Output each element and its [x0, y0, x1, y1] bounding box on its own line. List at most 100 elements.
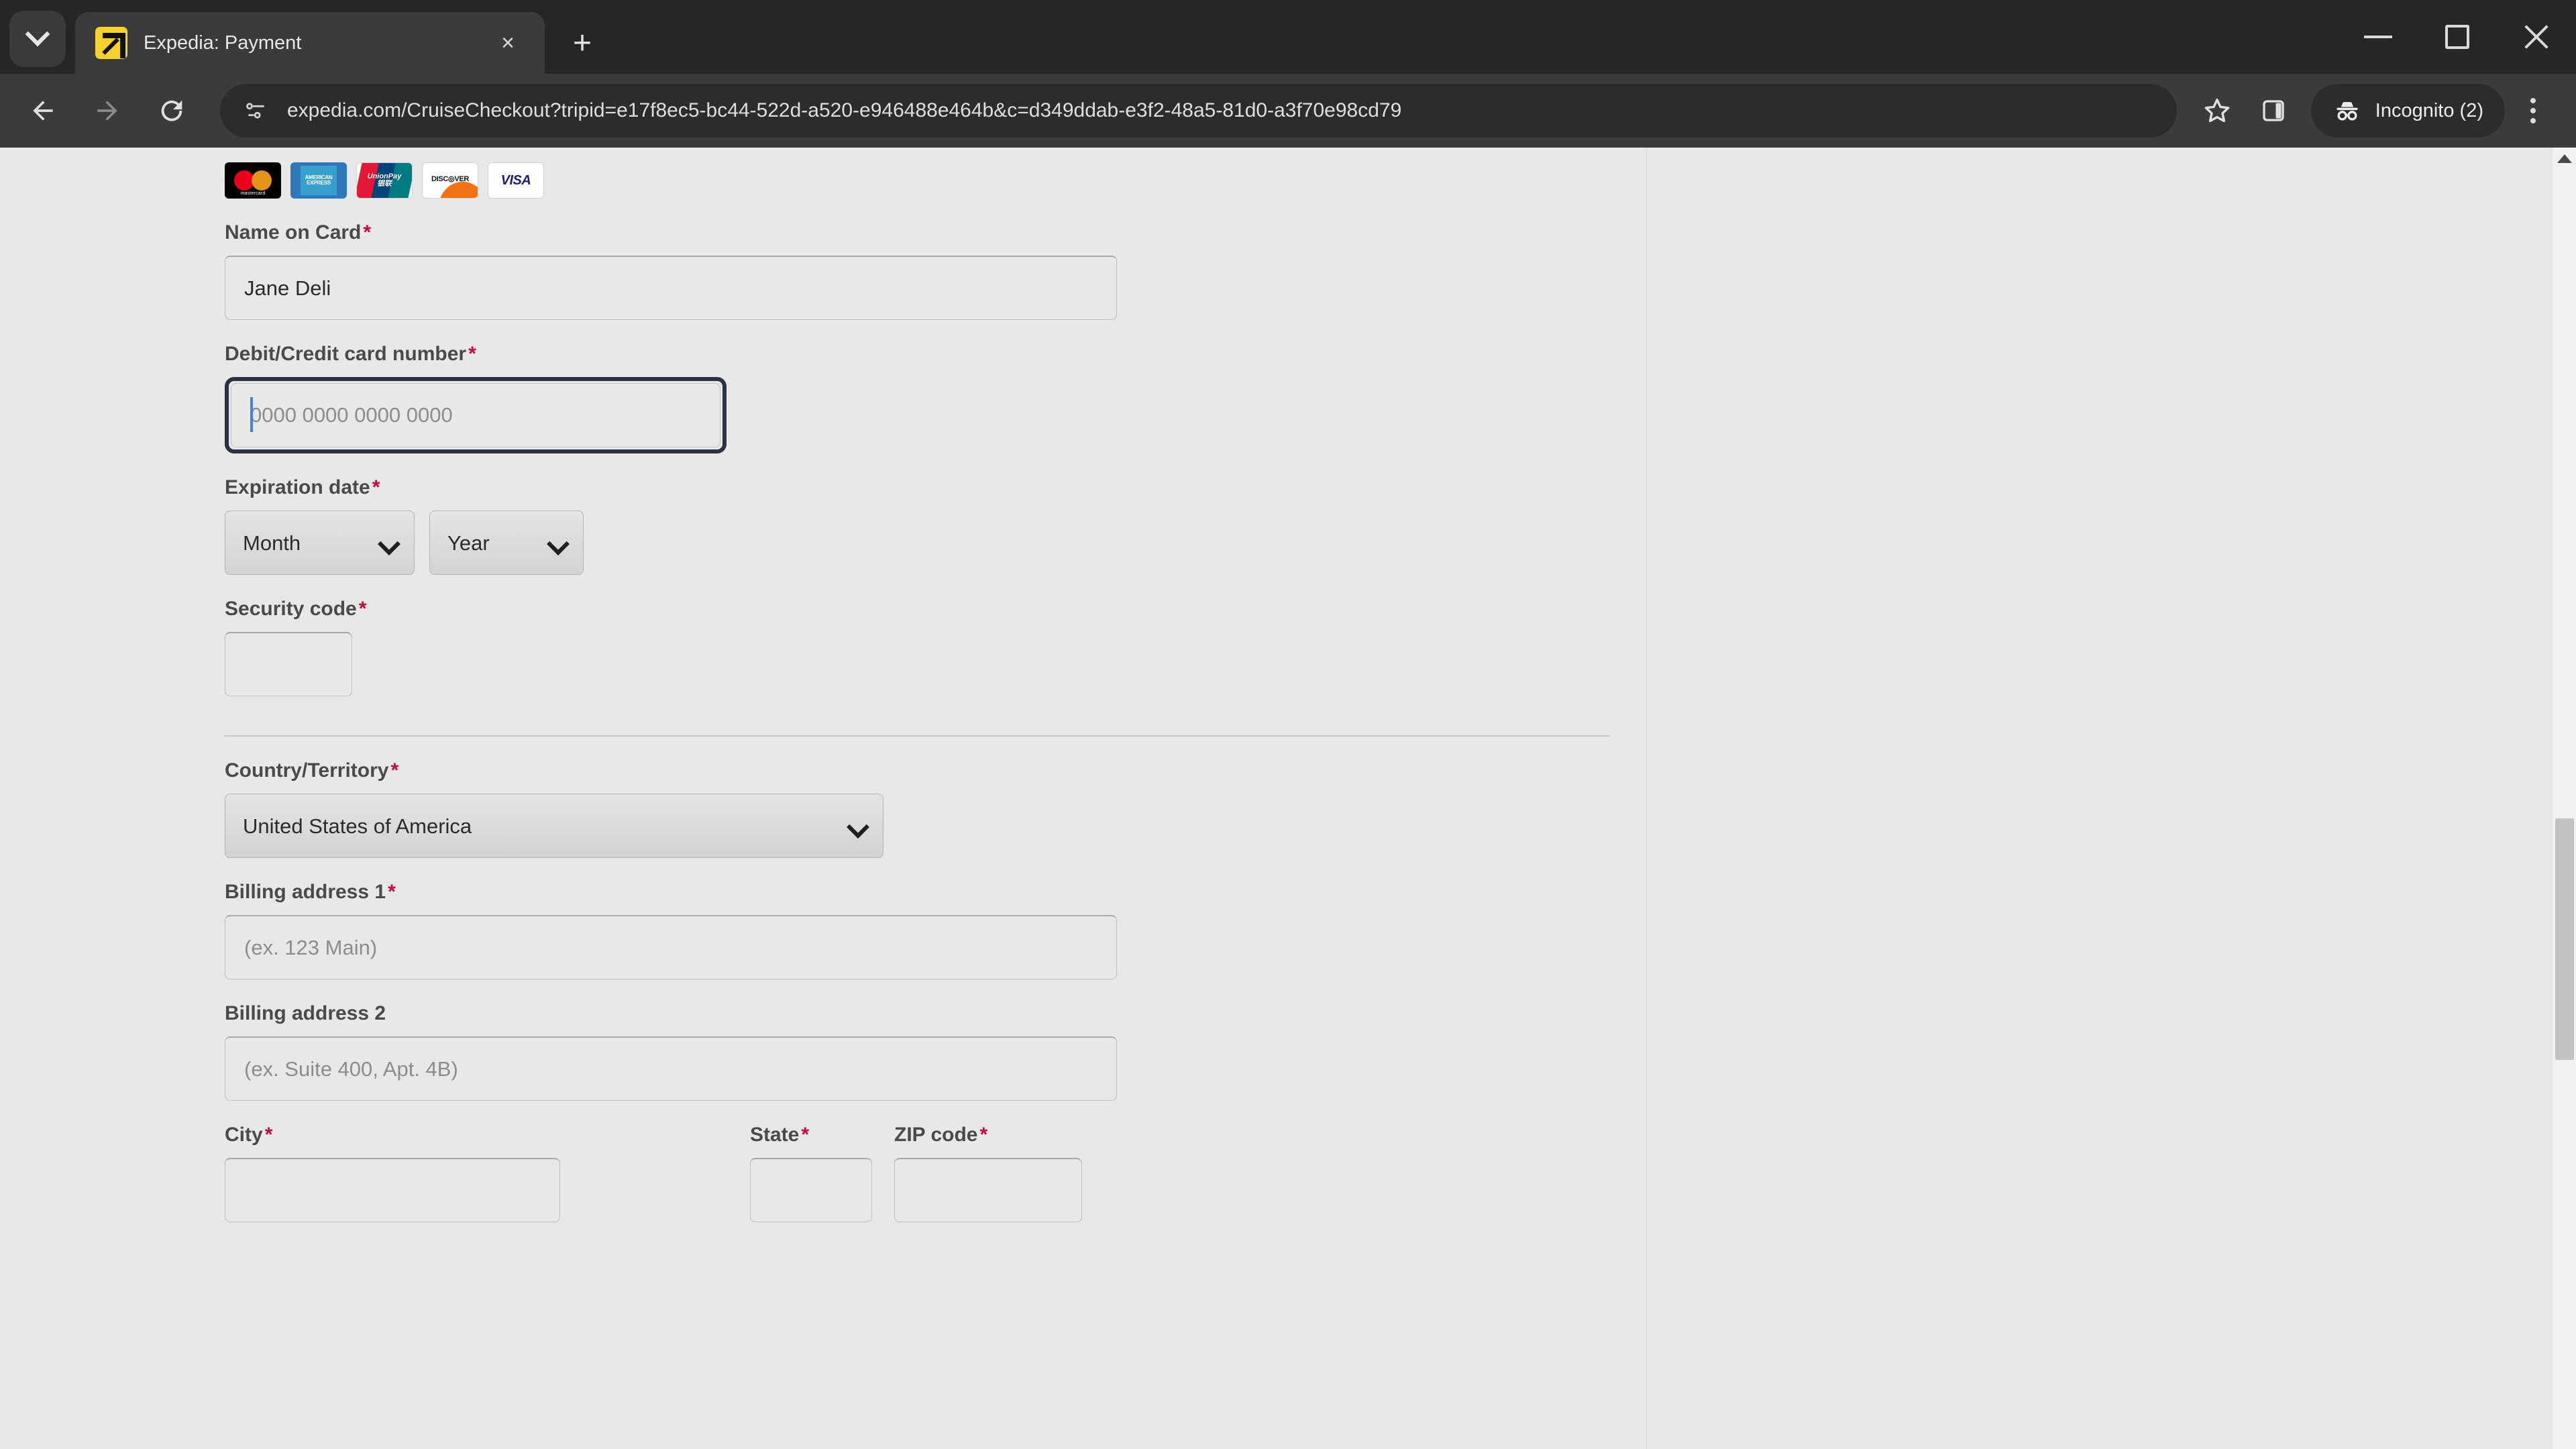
page-scrollbar[interactable]	[2552, 148, 2576, 1449]
name-on-card-input[interactable]	[225, 256, 1117, 320]
discover-logo-icon: DISC◎VER	[422, 162, 478, 199]
state-input[interactable]	[750, 1158, 872, 1222]
visa-logo-icon: VISA	[488, 162, 544, 199]
checkout-panel: mastercard AMERICAN EXPRESS UnionPay 银联	[111, 148, 1647, 1449]
window-close-button[interactable]	[2497, 0, 2576, 74]
chevron-down-icon	[25, 21, 50, 47]
mastercard-logo-icon: mastercard	[225, 162, 281, 199]
window-minimize-button[interactable]	[2339, 0, 2418, 74]
visa-label: VISA	[500, 172, 531, 188]
billing-address-2-label-text: Billing address 2	[225, 1002, 386, 1024]
restore-icon	[2445, 25, 2469, 49]
expiration-date-label: Expiration date *	[225, 476, 1646, 499]
expiration-year-select[interactable]: Year	[429, 511, 584, 575]
side-panel-icon	[2263, 100, 2284, 121]
browser-window: Expedia: Payment × + expedia.com/CruiseC…	[0, 0, 2576, 1449]
billing-address-1-input[interactable]	[225, 915, 1117, 979]
scroll-up-arrow-icon[interactable]	[2557, 154, 2572, 163]
tab-expedia-payment[interactable]: Expedia: Payment ×	[75, 12, 545, 74]
required-asterisk: *	[358, 598, 367, 620]
row-spacer	[872, 1124, 894, 1222]
city-label: City *	[225, 1124, 597, 1146]
bookmark-button[interactable]	[2189, 83, 2245, 139]
mastercard-label: mastercard	[240, 191, 266, 196]
row-spacer	[597, 1124, 750, 1222]
unionpay-sublabel: 银联	[377, 180, 392, 188]
forward-button[interactable]	[79, 83, 136, 139]
star-icon	[2204, 98, 2230, 123]
close-icon	[2522, 22, 2551, 52]
incognito-label: Incognito (2)	[2375, 99, 2483, 121]
required-asterisk: *	[372, 476, 380, 498]
tab-close-button[interactable]: ×	[488, 23, 527, 62]
security-code-label-text: Security code	[225, 598, 357, 620]
city-state-zip-row: City * State * ZIP code *	[225, 1124, 1646, 1222]
window-controls	[2339, 0, 2576, 74]
card-number-focus-ring	[225, 377, 727, 453]
window-maximize-button[interactable]	[2418, 0, 2497, 74]
required-asterisk: *	[264, 1124, 273, 1146]
country-select-wrapper: United States of America	[225, 794, 883, 858]
billing-address-2-label: Billing address 2	[225, 1002, 1646, 1025]
card-number-input[interactable]	[231, 383, 720, 447]
name-on-card-label-text: Name on Card	[225, 221, 362, 244]
billing-address-2-input[interactable]	[225, 1036, 1117, 1101]
address-bar-url: expedia.com/CruiseCheckout?tripid=e17f8e…	[287, 99, 1402, 121]
incognito-icon	[2337, 102, 2358, 121]
page-viewport: mastercard AMERICAN EXPRESS UnionPay 银联	[0, 148, 2576, 1449]
required-asterisk: *	[388, 881, 396, 903]
expiration-date-field: Expiration date * Month Year	[225, 476, 1646, 575]
country-select[interactable]: United States of America	[225, 794, 883, 858]
state-label-text: State	[750, 1124, 800, 1146]
expedia-favicon-icon	[95, 27, 127, 59]
expiration-year-wrapper: Year	[429, 511, 584, 575]
country-label-text: Country/Territory	[225, 759, 389, 782]
security-code-input[interactable]	[225, 632, 352, 696]
name-on-card-field: Name on Card *	[225, 221, 1646, 320]
security-code-field: Security code *	[225, 598, 1646, 696]
back-arrow-icon	[33, 101, 53, 121]
reload-button[interactable]	[144, 83, 200, 139]
chrome-menu-button[interactable]	[2505, 83, 2561, 139]
required-asterisk: *	[468, 343, 476, 365]
address-bar[interactable]: expedia.com/CruiseCheckout?tripid=e17f8e…	[220, 84, 2177, 138]
required-asterisk: *	[801, 1124, 810, 1146]
zip-code-input[interactable]	[894, 1158, 1082, 1222]
required-asterisk: *	[363, 221, 372, 244]
name-on-card-label: Name on Card *	[225, 221, 1646, 244]
american-express-logo-icon: AMERICAN EXPRESS	[290, 162, 347, 199]
payment-form: mastercard AMERICAN EXPRESS UnionPay 银联	[111, 148, 1646, 1222]
back-button[interactable]	[15, 83, 71, 139]
accepted-cards-row: mastercard AMERICAN EXPRESS UnionPay 银联	[225, 148, 1646, 199]
expiration-date-label-text: Expiration date	[225, 476, 370, 498]
site-settings-icon	[246, 103, 264, 119]
required-asterisk: *	[390, 759, 399, 782]
state-field: State *	[750, 1124, 872, 1222]
billing-address-2-field: Billing address 2	[225, 1002, 1646, 1101]
zip-code-label: ZIP code *	[894, 1124, 1116, 1146]
tab-search-button[interactable]	[9, 11, 66, 67]
city-field: City *	[225, 1124, 597, 1222]
zip-code-field: ZIP code *	[894, 1124, 1116, 1222]
country-field: Country/Territory * United States of Amer…	[225, 759, 1646, 858]
zip-code-label-text: ZIP code	[894, 1124, 978, 1146]
expiration-month-select[interactable]: Month	[225, 511, 415, 575]
tab-title: Expedia: Payment	[144, 32, 302, 54]
incognito-indicator[interactable]: Incognito (2)	[2310, 84, 2505, 138]
city-label-text: City	[225, 1124, 263, 1146]
country-label: Country/Territory *	[225, 759, 1646, 782]
card-number-field: Debit/Credit card number *	[225, 343, 1646, 453]
state-label: State *	[750, 1124, 872, 1146]
city-input[interactable]	[225, 1158, 560, 1222]
card-number-label: Debit/Credit card number *	[225, 343, 1646, 366]
card-number-label-text: Debit/Credit card number	[225, 343, 467, 365]
billing-address-1-field: Billing address 1 *	[225, 881, 1646, 979]
new-tab-button[interactable]: +	[557, 17, 608, 68]
scrollbar-thumb[interactable]	[2555, 818, 2574, 1060]
section-divider	[225, 735, 1610, 737]
discover-label: DISC◎VER	[431, 174, 470, 183]
three-dot-menu-icon	[2530, 98, 2536, 123]
side-panel-button[interactable]	[2245, 83, 2302, 139]
tab-strip: Expedia: Payment × +	[0, 0, 2576, 74]
billing-address-1-label-text: Billing address 1	[225, 881, 386, 903]
